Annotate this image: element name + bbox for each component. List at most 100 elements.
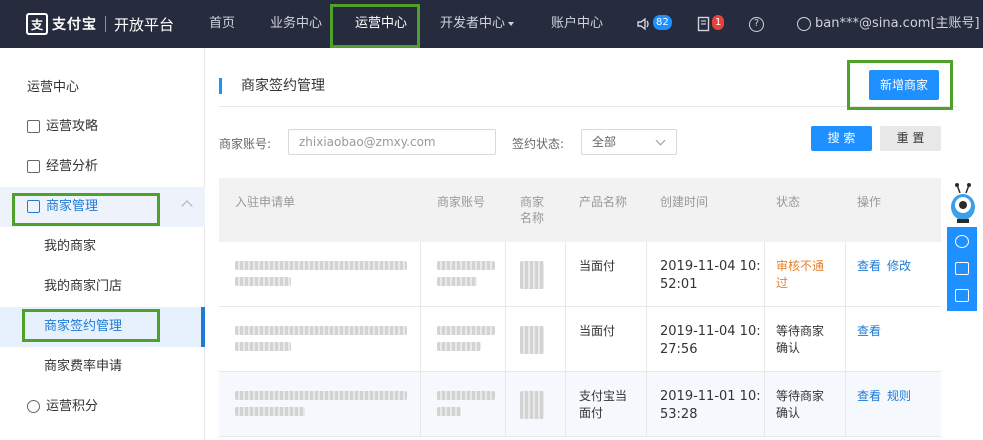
table-row: 当面付 2019-11-04 10: 52:01 审核不通过 查看 修改 — [219, 242, 941, 307]
chart-icon — [27, 160, 40, 173]
row-actions: 查看 修改 — [857, 258, 917, 275]
edit-link[interactable]: 修改 — [887, 259, 911, 273]
column-header-actions: 操作 — [857, 195, 882, 209]
task-count-badge: 1 — [712, 15, 725, 30]
main-content: 商家签约管理 新增商家 商家账号: zhixiaobao@zmxy.com 签约… — [205, 48, 983, 440]
search-button[interactable]: 搜 索 — [811, 126, 872, 151]
nav-home[interactable]: 首页 — [209, 0, 235, 48]
column-header-created-time: 创建时间 — [660, 195, 709, 209]
alipay-glyph-icon: 支 — [26, 13, 48, 35]
merchant-contracts-highlight — [22, 309, 160, 342]
status-line: 确认 — [776, 341, 801, 355]
sidebar-item-my-merchant-stores[interactable]: 我的商家门店 — [0, 267, 205, 307]
chevron-down-icon — [655, 135, 666, 146]
alipay-logo[interactable]: 支 支付宝 开放平台 — [26, 13, 174, 35]
view-link[interactable]: 查看 — [857, 389, 881, 403]
column-divider — [764, 242, 765, 307]
feedback-icon[interactable] — [955, 289, 969, 302]
nav-developer-center-label: 开发者中心 — [440, 16, 506, 31]
notification-button[interactable] — [636, 15, 652, 33]
view-link[interactable]: 查看 — [857, 259, 881, 273]
column-divider — [764, 372, 765, 437]
status-line: 过 — [776, 276, 789, 290]
view-link[interactable]: 查看 — [857, 324, 881, 338]
nav-developer-center[interactable]: 开发者中心 — [440, 0, 515, 48]
task-button[interactable] — [696, 15, 712, 33]
platform-name: 开放平台 — [114, 15, 175, 34]
sidebar-item-label: 运营攻略 — [46, 119, 99, 134]
redacted-application-id — [235, 391, 407, 400]
product-name: 当面付 — [579, 259, 616, 273]
customer-service-icon[interactable] — [955, 235, 969, 248]
grid-icon — [27, 120, 40, 133]
rules-link[interactable]: 规则 — [887, 389, 911, 403]
row-actions: 查看 规则 — [857, 388, 917, 405]
help-button[interactable]: ? — [749, 15, 764, 33]
created-time: 2019-11-04 10: 52:01 — [660, 258, 761, 294]
help-icon: ? — [749, 16, 764, 32]
merchant-account-input[interactable]: zhixiaobao@zmxy.com — [288, 129, 496, 155]
column-divider — [420, 372, 421, 437]
created-time: 2019-11-01 10: 53:28 — [660, 388, 761, 424]
document-icon — [697, 16, 710, 32]
sidebar-item-operations-points[interactable]: 运营积分 — [0, 387, 205, 427]
alipay-logo-mark: 支 支付宝 — [26, 13, 97, 35]
status-text: 等待商家 确认 — [776, 388, 824, 422]
table-row: 当面付 2019-11-04 10: 27:56 等待商家 确认 查看 — [219, 307, 941, 372]
nav-account-center[interactable]: 账户中心 — [551, 0, 603, 48]
column-divider — [565, 307, 566, 372]
account-email: ban***@sina.com[主账号] — [815, 16, 980, 31]
column-divider — [845, 242, 846, 307]
status-filter-label: 签约状态: — [512, 137, 565, 151]
chevron-down-icon — [508, 21, 515, 26]
redacted-application-id — [235, 261, 407, 270]
top-nav-bar: 支 支付宝 开放平台 首页 业务中心 运营中心 开发者中心 账户中心 82 1 … — [0, 0, 983, 48]
product-name: 支付宝当 面付 — [579, 388, 627, 422]
column-divider — [646, 307, 647, 372]
status-line: 等待商家 — [776, 389, 825, 403]
helper-toolbar — [947, 227, 977, 311]
column-divider — [646, 372, 647, 437]
product-name-line: 面付 — [579, 406, 604, 420]
points-icon — [27, 400, 40, 413]
column-header-application: 入驻申请单 — [235, 195, 296, 209]
reset-button[interactable]: 重 置 — [880, 126, 941, 151]
sidebar-item-business-analysis[interactable]: 经营分析 — [0, 147, 205, 187]
status-text: 等待商家 确认 — [776, 323, 824, 357]
redacted-merchant-name — [520, 261, 544, 289]
status-line: 等待商家 — [776, 324, 825, 338]
notification-count-badge: 82 — [653, 15, 672, 30]
logo-divider — [105, 16, 106, 32]
created-time-line: 27:56 — [660, 342, 698, 357]
sidebar-item-operations-center[interactable]: 运营中心 — [0, 68, 205, 108]
table-row: 支付宝当面付 2019-11-01 10: 53:28 等待商家确认 查看 规则 — [219, 372, 941, 437]
created-time-line: 53:28 — [660, 407, 698, 422]
column-header-product: 产品名称 — [579, 195, 628, 209]
status-line: 审核不通 — [776, 259, 825, 273]
redacted-account — [437, 342, 481, 351]
created-time-line: 52:01 — [660, 277, 698, 292]
sidebar-item-my-merchants[interactable]: 我的商家 — [0, 227, 205, 267]
ant-mascot-icon[interactable] — [947, 183, 979, 225]
sidebar-item-operations-guide[interactable]: 运营攻略 — [0, 107, 205, 147]
question-icon[interactable] — [955, 262, 969, 275]
user-icon — [797, 17, 811, 31]
sidebar-item-merchant-rate-application[interactable]: 商家费率申请 — [0, 347, 205, 387]
created-time-line: 2019-11-04 10: — [660, 324, 761, 339]
column-divider — [505, 242, 506, 307]
redacted-application-id — [235, 342, 291, 351]
status-line: 确认 — [776, 406, 801, 420]
chevron-up-icon — [181, 200, 193, 212]
column-header-status: 状态 — [776, 195, 801, 209]
column-divider — [565, 372, 566, 437]
nav-business-center[interactable]: 业务中心 — [270, 0, 322, 48]
redacted-application-id — [235, 277, 291, 286]
alipay-brand-text: 支付宝 — [52, 17, 97, 33]
account-filter-label: 商家账号: — [219, 137, 272, 151]
contract-status-select[interactable]: 全部 — [581, 129, 677, 155]
account-menu[interactable]: ban***@sina.com[主账号] — [797, 0, 980, 48]
column-header-merchant-name: 商家名称 — [520, 195, 545, 225]
redacted-account — [437, 326, 495, 335]
column-header-account: 商家账号 — [437, 195, 486, 209]
product-name-line: 支付宝当 — [579, 389, 628, 403]
